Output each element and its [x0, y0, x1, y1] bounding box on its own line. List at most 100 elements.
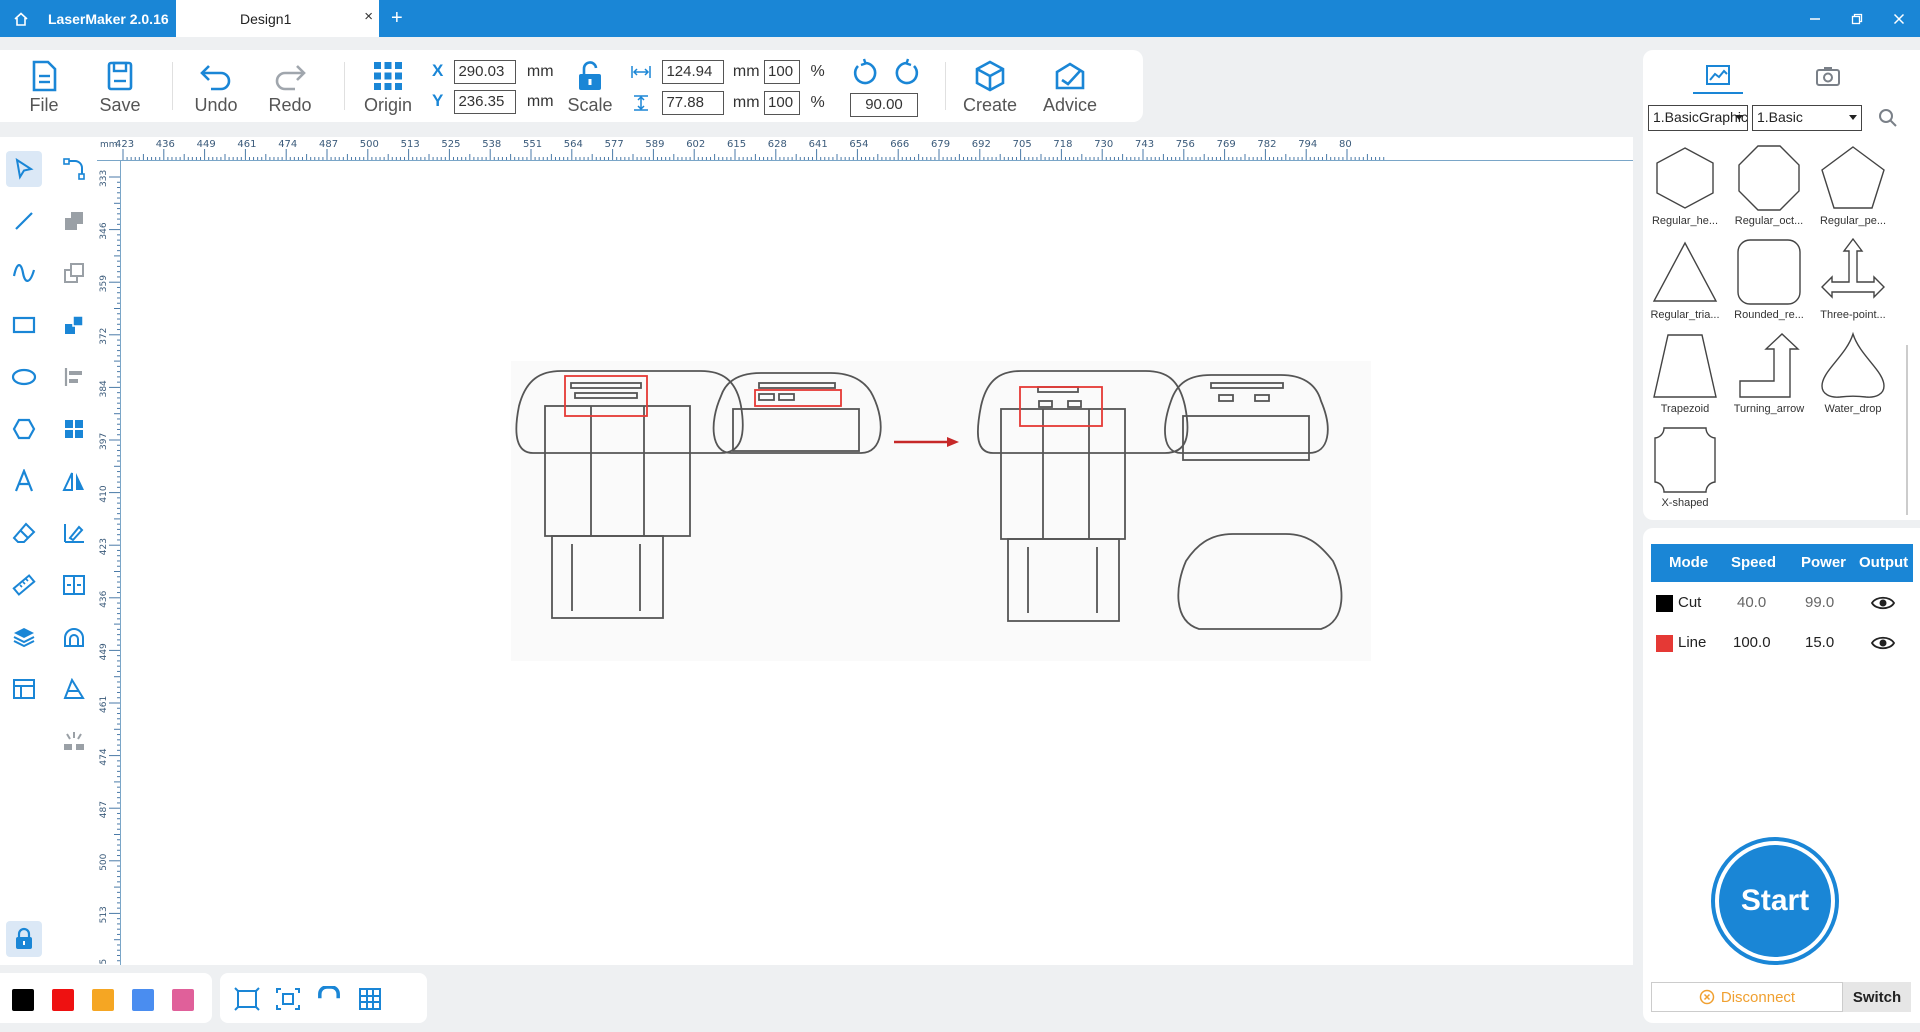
width-icon: [631, 66, 651, 78]
polygon-tool[interactable]: [6, 411, 42, 447]
scale-label: Scale: [567, 95, 613, 115]
layers-tool[interactable]: [6, 619, 42, 655]
home-icon[interactable]: [0, 0, 42, 37]
fit-selection-icon[interactable]: [275, 986, 301, 1012]
shape-three-point-arrow[interactable]: Three-point...: [1811, 237, 1895, 321]
scale-lock-button[interactable]: Scale: [560, 60, 620, 116]
switch-button[interactable]: Switch: [1843, 982, 1911, 1012]
layer-speed[interactable]: 100.0: [1733, 634, 1771, 651]
shape-rounded-rectangle[interactable]: Rounded_re...: [1727, 237, 1811, 321]
grid-icon[interactable]: [357, 986, 383, 1012]
shape-octagon[interactable]: Regular_oct...: [1727, 143, 1811, 227]
eye-icon[interactable]: [1871, 634, 1895, 652]
layer-mode: Line: [1678, 634, 1707, 651]
fill-tool[interactable]: [56, 671, 92, 707]
group-tool[interactable]: [56, 307, 92, 343]
combine-tool[interactable]: [56, 203, 92, 239]
restore-icon[interactable]: [1836, 0, 1878, 37]
search-icon[interactable]: [1878, 108, 1898, 133]
fit-page-icon[interactable]: [234, 986, 260, 1012]
layer-power[interactable]: 15.0: [1805, 634, 1834, 651]
create-button[interactable]: Create: [960, 60, 1020, 116]
close-window-icon[interactable]: [1878, 0, 1920, 37]
subcategory-select[interactable]: 1.Basic: [1752, 105, 1862, 131]
advice-button[interactable]: Advice: [1040, 60, 1100, 116]
shape-trapezoid[interactable]: Trapezoid: [1643, 331, 1727, 415]
ruler-tick-label: 500: [360, 139, 379, 150]
swatch-orange[interactable]: [92, 989, 114, 1011]
trace-tool[interactable]: [56, 515, 92, 551]
ruler-tick-label: 397: [99, 433, 109, 450]
layer-power[interactable]: 99.0: [1805, 594, 1834, 611]
width-percent-input[interactable]: 100: [764, 60, 801, 84]
node-edit-tool[interactable]: [56, 151, 92, 187]
y-input[interactable]: 236.35: [454, 90, 517, 114]
x-input[interactable]: 290.03: [454, 60, 517, 84]
ruler-tick-label: 410: [99, 485, 109, 502]
shape-name: Regular_oct...: [1734, 215, 1804, 227]
new-tab-button[interactable]: +: [391, 7, 403, 30]
shape-x-shaped[interactable]: X-shaped: [1643, 425, 1727, 509]
shape-pentagon[interactable]: Regular_pe...: [1811, 143, 1895, 227]
ellipse-tool[interactable]: [6, 359, 42, 395]
design-canvas[interactable]: [121, 161, 1633, 965]
table-tool[interactable]: [6, 671, 42, 707]
shape-hexagon[interactable]: Regular_he...: [1643, 143, 1727, 227]
undo-button[interactable]: Undo: [186, 60, 246, 116]
mirror-tool[interactable]: [56, 463, 92, 499]
tab-design1[interactable]: Design1 ×: [176, 0, 379, 37]
select-tool[interactable]: [6, 151, 42, 187]
undo-label: Undo: [194, 95, 238, 115]
offset-tool[interactable]: [56, 619, 92, 655]
align-tool[interactable]: [56, 359, 92, 395]
shape-turning-arrow[interactable]: Turning_arrow: [1727, 331, 1811, 415]
disconnect-button[interactable]: Disconnect: [1651, 982, 1843, 1012]
rotation-input[interactable]: 90.00: [850, 93, 918, 117]
measure-tool[interactable]: [6, 567, 42, 603]
curve-tool[interactable]: [6, 255, 42, 291]
light-tool[interactable]: [56, 723, 92, 759]
library-scrollbar[interactable]: [1906, 345, 1908, 515]
ruler-tick-label: 513: [99, 906, 109, 923]
split-tool[interactable]: [56, 567, 92, 603]
origin-button[interactable]: Origin: [358, 60, 418, 116]
rectangle-tool[interactable]: [6, 307, 42, 343]
start-button[interactable]: Start: [1711, 837, 1839, 965]
subcategory-value: 1.Basic: [1757, 109, 1803, 125]
hexagon-icon: [1656, 147, 1714, 209]
rotate-ccw-icon[interactable]: [850, 58, 880, 88]
magnet-icon[interactable]: [316, 986, 342, 1012]
shape-triangle[interactable]: Regular_tria...: [1643, 237, 1727, 321]
ruler-tick-label: 628: [768, 139, 787, 150]
swatch-black[interactable]: [12, 989, 34, 1011]
layer-row-cut[interactable]: Cut 40.0 99.0: [1651, 584, 1913, 622]
eye-icon[interactable]: [1871, 594, 1895, 612]
rotate-cw-icon[interactable]: [892, 58, 922, 88]
minimize-icon[interactable]: [1794, 0, 1836, 37]
height-input[interactable]: 77.88: [662, 91, 725, 115]
swatch-red[interactable]: [52, 989, 74, 1011]
height-percent-input[interactable]: 100: [764, 91, 801, 115]
category-select[interactable]: 1.BasicGraphics: [1648, 105, 1748, 131]
ruler-tick-label: 602: [686, 139, 705, 150]
save-button[interactable]: Save: [90, 60, 150, 116]
layer-speed[interactable]: 40.0: [1737, 594, 1766, 611]
design-drawing[interactable]: [121, 161, 1633, 965]
shape-water-drop[interactable]: Water_drop: [1811, 331, 1895, 415]
text-tool[interactable]: [6, 463, 42, 499]
eraser-tool[interactable]: [6, 515, 42, 551]
layout-tool[interactable]: [56, 411, 92, 447]
lock-tool[interactable]: [6, 921, 42, 957]
array-tool[interactable]: [56, 255, 92, 291]
swatch-blue[interactable]: [132, 989, 154, 1011]
line-tool[interactable]: [6, 203, 42, 239]
layer-row-line[interactable]: Line 100.0 15.0: [1651, 624, 1913, 662]
redo-button[interactable]: Redo: [260, 60, 320, 116]
tab-graphics[interactable]: [1693, 58, 1743, 94]
width-input[interactable]: 124.94: [662, 60, 725, 84]
file-button[interactable]: File: [14, 60, 74, 116]
swatch-pink[interactable]: [172, 989, 194, 1011]
tab-close-icon[interactable]: ×: [364, 8, 373, 25]
redo-icon: [275, 65, 306, 91]
tab-camera[interactable]: [1803, 58, 1853, 94]
